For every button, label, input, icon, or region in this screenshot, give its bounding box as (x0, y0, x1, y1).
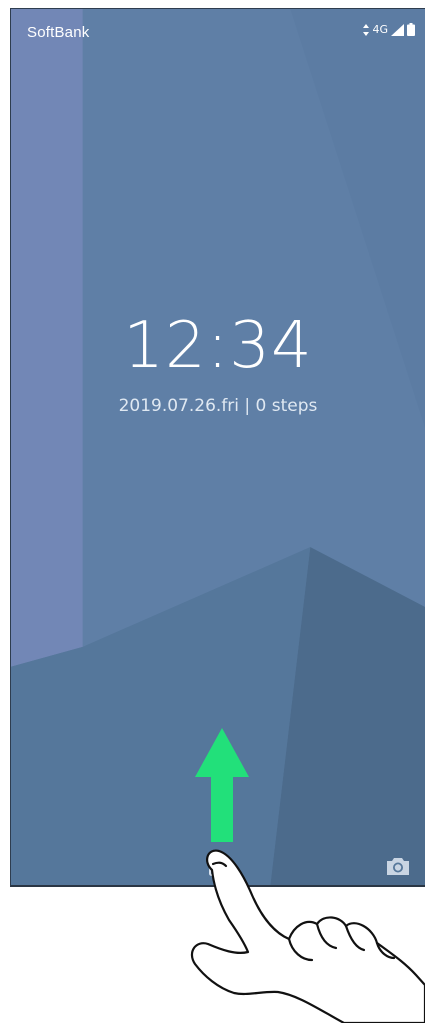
page: SoftBank 4G 12:34 2019.07.26.fri | 0 ste… (0, 0, 425, 1023)
status-icons: 4G (363, 23, 415, 36)
clock-time: 12:34 (123, 309, 313, 383)
carrier-name: SoftBank (27, 24, 90, 41)
network-type: 4G (372, 23, 388, 36)
date-steps: 2019.07.26.fri | 0 steps (118, 396, 318, 416)
status-bar: SoftBank 4G (11, 9, 425, 49)
wallpaper (11, 9, 425, 885)
signal-icon (391, 23, 404, 36)
data-arrows-icon (363, 23, 370, 36)
lock-screen[interactable]: SoftBank 4G 12:34 2019.07.26.fri | 0 ste… (10, 8, 425, 887)
battery-icon (407, 23, 415, 36)
camera-icon[interactable] (385, 855, 411, 877)
lock-icon[interactable] (207, 851, 229, 877)
